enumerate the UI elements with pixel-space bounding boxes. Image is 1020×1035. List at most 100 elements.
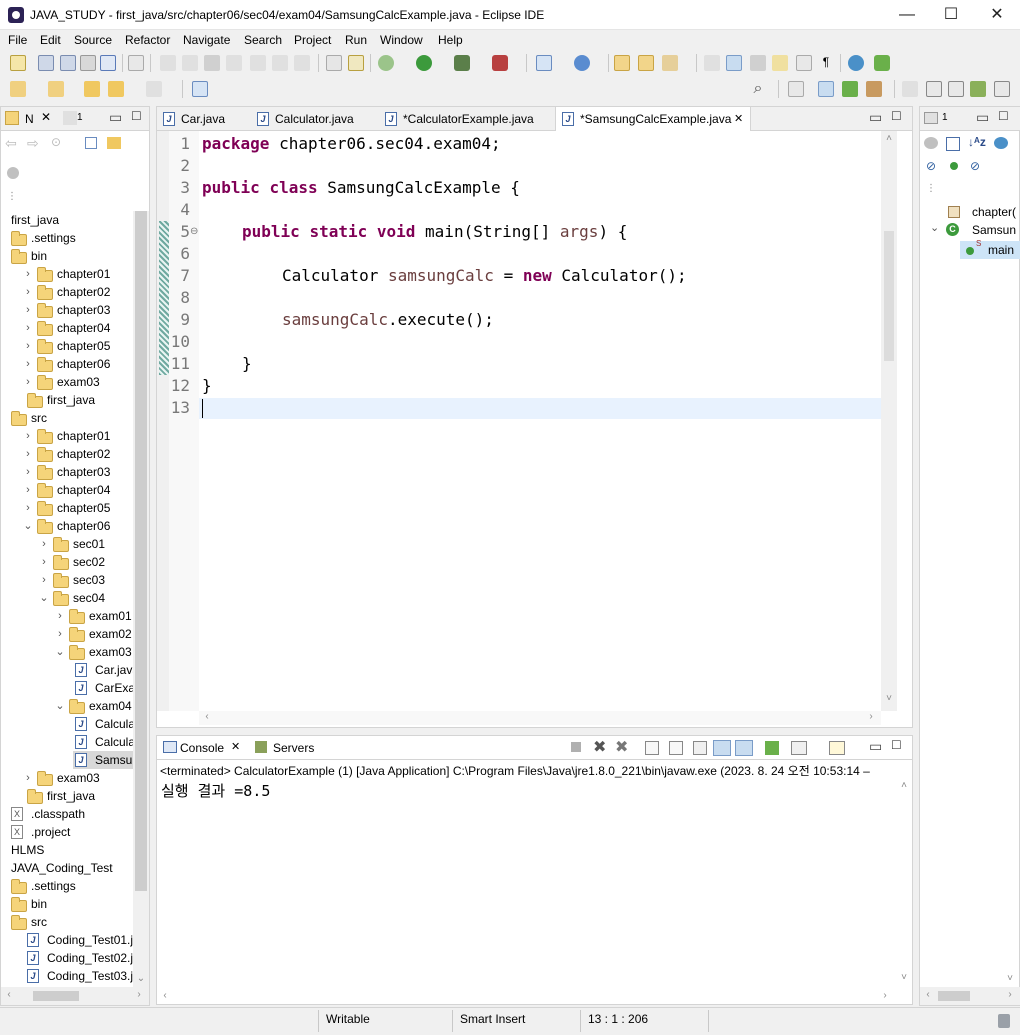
outline-item[interactable]: Samsun	[972, 223, 1016, 237]
chevron-right-icon[interactable]: ›	[23, 463, 33, 481]
link-editor-icon[interactable]	[107, 137, 121, 149]
menu-help[interactable]: Help	[438, 33, 463, 47]
tree-item[interactable]: .settings	[1, 877, 133, 895]
tree-item[interactable]: J CarExar	[1, 679, 133, 697]
suspend-icon[interactable]	[182, 55, 198, 71]
menu-window[interactable]: Window	[380, 33, 423, 47]
minimize-view-icon[interactable]: ▭	[869, 738, 882, 755]
skip-breakpoints-icon[interactable]	[128, 55, 144, 71]
collapse-all-icon[interactable]	[85, 137, 97, 149]
chevron-down-icon[interactable]: ⌄	[930, 221, 939, 234]
outline-icon[interactable]	[924, 112, 938, 124]
tree-item[interactable]: ⌄ chapter06	[1, 517, 133, 535]
tree-item[interactable]: J Calculat	[1, 715, 133, 733]
tree-item[interactable]: › sec03	[1, 571, 133, 589]
tree-item[interactable]: › chapter01	[1, 265, 133, 283]
tree-item[interactable]: bin	[1, 247, 133, 265]
menu-refactor[interactable]: Refactor	[125, 33, 170, 47]
browser-icon[interactable]	[848, 55, 864, 71]
view-menu-icon[interactable]: ⋮	[926, 183, 936, 194]
view3-icon[interactable]	[970, 81, 986, 97]
tree-item[interactable]: › sec01	[1, 535, 133, 553]
forward-icon[interactable]	[146, 81, 162, 97]
tree-item[interactable]: first_java	[1, 787, 133, 805]
tree-item[interactable]: X .classpath	[1, 805, 133, 823]
tab-car-java[interactable]: J Car.java	[157, 107, 251, 131]
tree-item[interactable]: first_java	[1, 391, 133, 409]
next-annotation-icon[interactable]	[10, 81, 26, 97]
link-with-editor-icon[interactable]: ⊘	[970, 159, 980, 173]
code-line-3[interactable]: public class SamsungCalcExample {	[202, 177, 520, 199]
tree-item[interactable]: HLMS	[1, 841, 133, 859]
chevron-right-icon[interactable]: ›	[23, 319, 33, 337]
chevron-down-icon[interactable]: ⌄	[55, 697, 65, 715]
hierarchy-icon[interactable]	[63, 111, 77, 125]
scroll-right-arrow[interactable]: ›	[133, 989, 145, 1000]
hide-nonpublic-icon[interactable]	[994, 137, 1008, 149]
display-console-icon[interactable]	[791, 741, 807, 755]
previous-annotation-icon[interactable]	[48, 81, 64, 97]
tab-hierarchy[interactable]: 1	[77, 112, 83, 123]
scroll-left-arrow[interactable]: ‹	[922, 989, 934, 1000]
minimize-button[interactable]: —	[884, 0, 930, 30]
java-perspective-icon[interactable]	[818, 81, 834, 97]
terminal-icon[interactable]	[100, 55, 116, 71]
tree-item[interactable]: › sec02	[1, 553, 133, 571]
tree-item[interactable]: › exam03	[1, 373, 133, 391]
tree-item[interactable]: › exam02	[1, 625, 133, 643]
collapse-icon[interactable]	[946, 137, 960, 151]
tree-item[interactable]: › chapter02	[1, 283, 133, 301]
explorer-hscroll-thumb[interactable]	[33, 991, 79, 1001]
code-line-9[interactable]: samsungCalc.execute();	[282, 309, 494, 331]
tree-item[interactable]: J Coding_Test02.ja	[1, 949, 133, 967]
tree-item[interactable]: .settings	[1, 229, 133, 247]
view-icon[interactable]	[926, 81, 942, 97]
tree-item[interactable]: ⌄ exam04	[1, 697, 133, 715]
close-tab-icon[interactable]: ✕	[231, 740, 240, 753]
scroll-up-arrow[interactable]: ˄	[898, 780, 910, 791]
more-icon[interactable]: ⋮	[7, 191, 17, 205]
toggle-block-icon[interactable]	[326, 55, 342, 71]
chevron-down-icon[interactable]: ⌄	[23, 517, 33, 535]
hide-local-types-icon[interactable]	[950, 162, 958, 170]
filter-icon[interactable]	[7, 167, 19, 179]
git-perspective-icon[interactable]	[866, 81, 882, 97]
up-nav-icon[interactable]: ⊙	[51, 135, 61, 149]
menu-search[interactable]: Search	[244, 33, 282, 47]
hide-fields-icon[interactable]	[924, 137, 938, 149]
forward-nav-icon[interactable]: ⇨	[27, 135, 39, 152]
console-output[interactable]: 실행 결과 =8.5	[161, 780, 891, 802]
chevron-down-icon[interactable]: ⌄	[55, 643, 65, 661]
outline-hscrollbar[interactable]: ‹ ›	[920, 987, 1020, 1005]
explorer-hscrollbar[interactable]: ‹ ›	[1, 987, 149, 1005]
tab-package-explorer[interactable]: N	[25, 112, 34, 126]
chevron-right-icon[interactable]: ›	[55, 625, 65, 643]
terminate-icon[interactable]	[571, 742, 581, 752]
toggle-icon[interactable]	[772, 55, 788, 71]
tree-item[interactable]: JAVA_Coding_Test	[1, 859, 133, 877]
external-tools-icon[interactable]	[492, 55, 508, 71]
chevron-right-icon[interactable]: ›	[23, 769, 33, 787]
chevron-right-icon[interactable]: ›	[39, 535, 49, 553]
tree-item[interactable]: ⌄ sec04	[1, 589, 133, 607]
disconnect-icon[interactable]	[226, 55, 242, 71]
tree-item[interactable]: J Coding_Test01.ja	[1, 931, 133, 949]
terminate-icon[interactable]	[204, 55, 220, 71]
tab-calculator-java[interactable]: J Calculator.java	[251, 107, 379, 131]
chevron-right-icon[interactable]: ›	[23, 283, 33, 301]
tab-console[interactable]: Console	[180, 741, 224, 755]
view2-icon[interactable]	[948, 81, 964, 97]
tab-outline-count[interactable]: 1	[942, 112, 948, 123]
maximize-button[interactable]: ☐	[928, 0, 974, 30]
remove-all-icon[interactable]: ✖	[615, 737, 628, 757]
menu-file[interactable]: File	[8, 33, 27, 47]
maximize-view-icon[interactable]: ☐	[891, 738, 902, 752]
tree-item[interactable]: J Samsur	[1, 751, 133, 769]
code-line-1[interactable]: package chapter06.sec04.exam04;	[202, 133, 501, 155]
menu-edit[interactable]: Edit	[40, 33, 61, 47]
tree-item[interactable]: › chapter04	[1, 319, 133, 337]
outline-item[interactable]: main	[988, 243, 1014, 257]
word-wrap-icon[interactable]	[750, 55, 766, 71]
open-type-icon[interactable]	[614, 55, 630, 71]
show-whitespace-icon[interactable]: ¶	[818, 55, 834, 71]
